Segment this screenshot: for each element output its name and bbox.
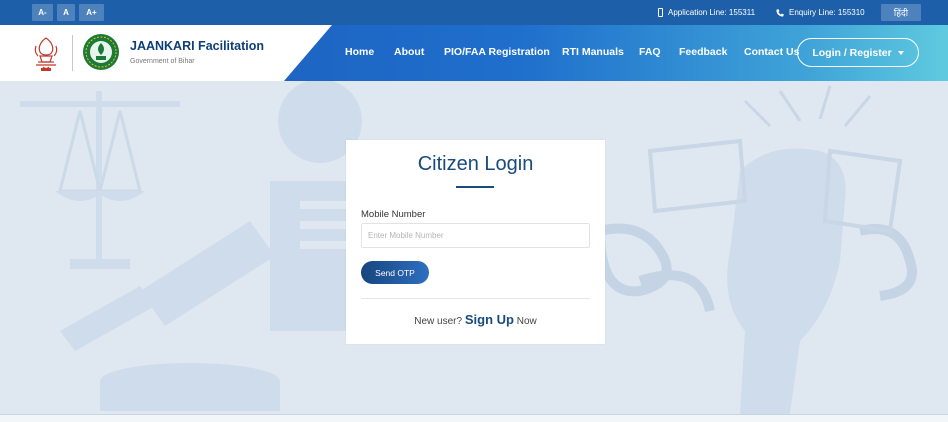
nav-pio-faa-registration[interactable]: PIO/FAA Registration (444, 46, 550, 58)
new-user-text: New user? (414, 316, 463, 327)
nav-contact-us[interactable]: Contact Us (744, 46, 799, 58)
nav-home[interactable]: Home (345, 46, 374, 58)
now-text: Now (516, 316, 537, 327)
nav-feedback[interactable]: Feedback (679, 46, 727, 58)
footer-strip (0, 414, 948, 422)
nav-about[interactable]: About (394, 46, 424, 58)
card-divider (361, 298, 590, 299)
application-helpline: Application Line: 155311 (658, 0, 755, 25)
chevron-down-icon (897, 50, 904, 55)
nav-rti-manuals[interactable]: RTI Manuals (562, 46, 624, 58)
sign-up-link[interactable]: Sign Up (465, 312, 514, 327)
font-decrease-button[interactable]: A- (32, 4, 53, 21)
utility-bar: A- A A+ Application Line: 155311 Enquiry… (0, 0, 948, 25)
citizen-login-card: Citizen Login Mobile Number Send OTP New… (346, 140, 605, 344)
application-line-text: Application Line: 155311 (668, 8, 756, 17)
phone-handset-icon (776, 8, 784, 17)
logo-divider (72, 35, 73, 71)
font-increase-button[interactable]: A+ (79, 4, 104, 21)
bihar-seal-icon[interactable] (82, 33, 120, 71)
title-underline (456, 186, 494, 188)
language-toggle-button[interactable]: हिंदी (881, 4, 921, 21)
brand-title: JAANKARI Facilitation (130, 39, 265, 53)
enquiry-helpline: Enquiry Line: 155310 (776, 0, 865, 25)
brand-subtitle: Government of Bihar (130, 58, 195, 65)
state-emblem-icon[interactable] (30, 36, 62, 72)
mobile-number-input[interactable] (361, 223, 590, 248)
mobile-number-label: Mobile Number (361, 209, 426, 220)
mobile-phone-icon (658, 8, 663, 17)
login-card-title: Citizen Login (417, 153, 534, 175)
send-otp-button[interactable]: Send OTP (361, 261, 429, 284)
login-register-label: Login / Register (812, 46, 892, 59)
enquiry-line-text: Enquiry Line: 155310 (789, 8, 865, 17)
signup-prompt: New user? Sign Up Now (346, 312, 605, 327)
login-register-button[interactable]: Login / Register (797, 38, 919, 67)
nav-faq[interactable]: FAQ (639, 46, 661, 58)
font-reset-button[interactable]: A (57, 4, 75, 21)
site-header: JAANKARI Facilitation Government of Biha… (0, 25, 948, 81)
